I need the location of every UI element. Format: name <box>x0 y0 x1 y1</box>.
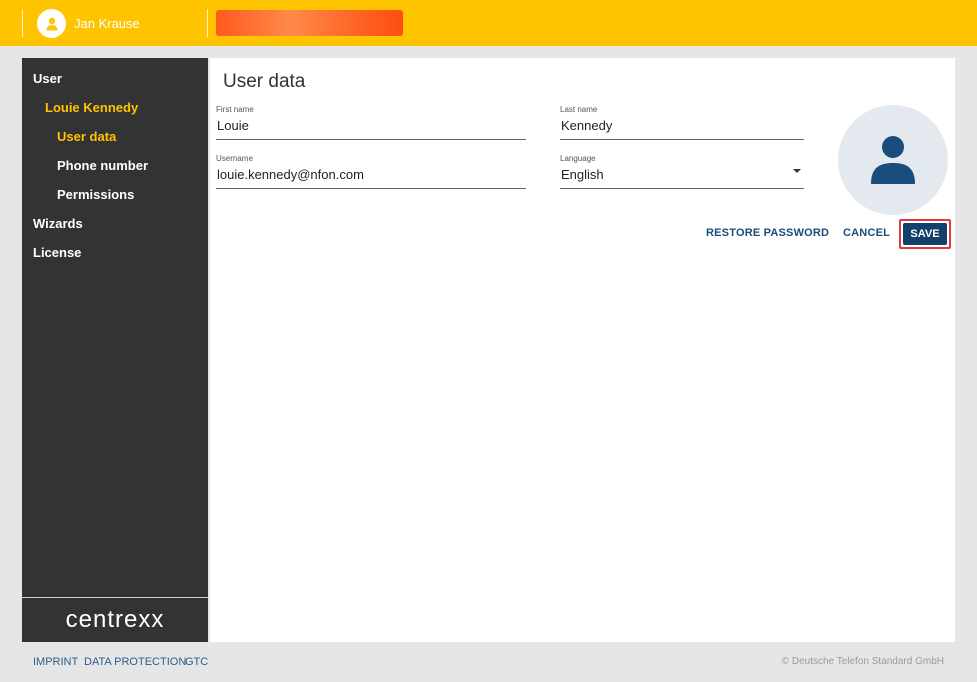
language-underline <box>560 188 804 189</box>
cancel-button[interactable]: CANCEL <box>843 220 890 246</box>
sidebar-item-license[interactable]: License <box>33 245 81 260</box>
username-field[interactable]: Username louie.kennedy@nfon.com <box>216 154 526 189</box>
sidebar-item-permissions[interactable]: Permissions <box>57 187 134 202</box>
page-title: User data <box>223 71 306 92</box>
language-select[interactable]: Language English <box>560 154 804 189</box>
last-name-label: Last name <box>560 105 598 114</box>
data-protection-link[interactable]: DATA PROTECTION <box>84 656 186 668</box>
current-user-name: Jan Krause <box>74 16 140 31</box>
profile-avatar[interactable] <box>838 105 948 215</box>
main-content: User data First name Louie Last name Ken… <box>210 58 955 642</box>
copyright-text: © Deutsche Telefon Standard GmbH <box>781 656 944 667</box>
top-bar-divider <box>22 9 23 37</box>
save-button-highlight: SAVE <box>899 219 951 249</box>
restore-password-button[interactable]: RESTORE PASSWORD <box>706 220 829 246</box>
sidebar-item-user[interactable]: User <box>33 71 62 86</box>
sidebar-item-louie-kennedy[interactable]: Louie Kennedy <box>45 100 138 115</box>
top-bar-divider <box>207 9 208 37</box>
sidebar-item-user-data[interactable]: User data <box>57 129 116 144</box>
sidebar: User Louie Kennedy User data Phone numbe… <box>22 58 208 642</box>
user-avatar-icon <box>37 9 66 38</box>
footer: IMPRINT DATA PROTECTION GTC © Deutsche T… <box>0 642 977 682</box>
redacted-area <box>216 10 403 36</box>
last-name-field[interactable]: Last name Kennedy <box>560 105 804 140</box>
imprint-link[interactable]: IMPRINT <box>33 656 78 668</box>
save-button[interactable]: SAVE <box>903 223 947 245</box>
gtc-link[interactable]: GTC <box>185 656 208 668</box>
first-name-input[interactable]: Louie <box>216 115 526 137</box>
username-input[interactable]: louie.kennedy@nfon.com <box>216 164 526 186</box>
last-name-underline <box>560 139 804 140</box>
chevron-down-icon[interactable] <box>793 169 801 173</box>
sidebar-item-phone-number[interactable]: Phone number <box>57 158 148 173</box>
language-value[interactable]: English <box>560 164 804 186</box>
username-label: Username <box>216 154 253 163</box>
first-name-label: First name <box>216 105 254 114</box>
current-user-menu[interactable]: Jan Krause <box>37 9 140 38</box>
first-name-underline <box>216 139 526 140</box>
centrexx-logo: centrexx <box>65 606 165 633</box>
sidebar-item-wizards[interactable]: Wizards <box>33 216 83 231</box>
username-underline <box>216 188 526 189</box>
sidebar-divider <box>22 597 208 598</box>
first-name-field[interactable]: First name Louie <box>216 105 526 140</box>
last-name-input[interactable]: Kennedy <box>560 115 804 137</box>
top-bar: Jan Krause <box>0 0 977 46</box>
person-icon <box>871 136 915 184</box>
language-label: Language <box>560 154 596 163</box>
